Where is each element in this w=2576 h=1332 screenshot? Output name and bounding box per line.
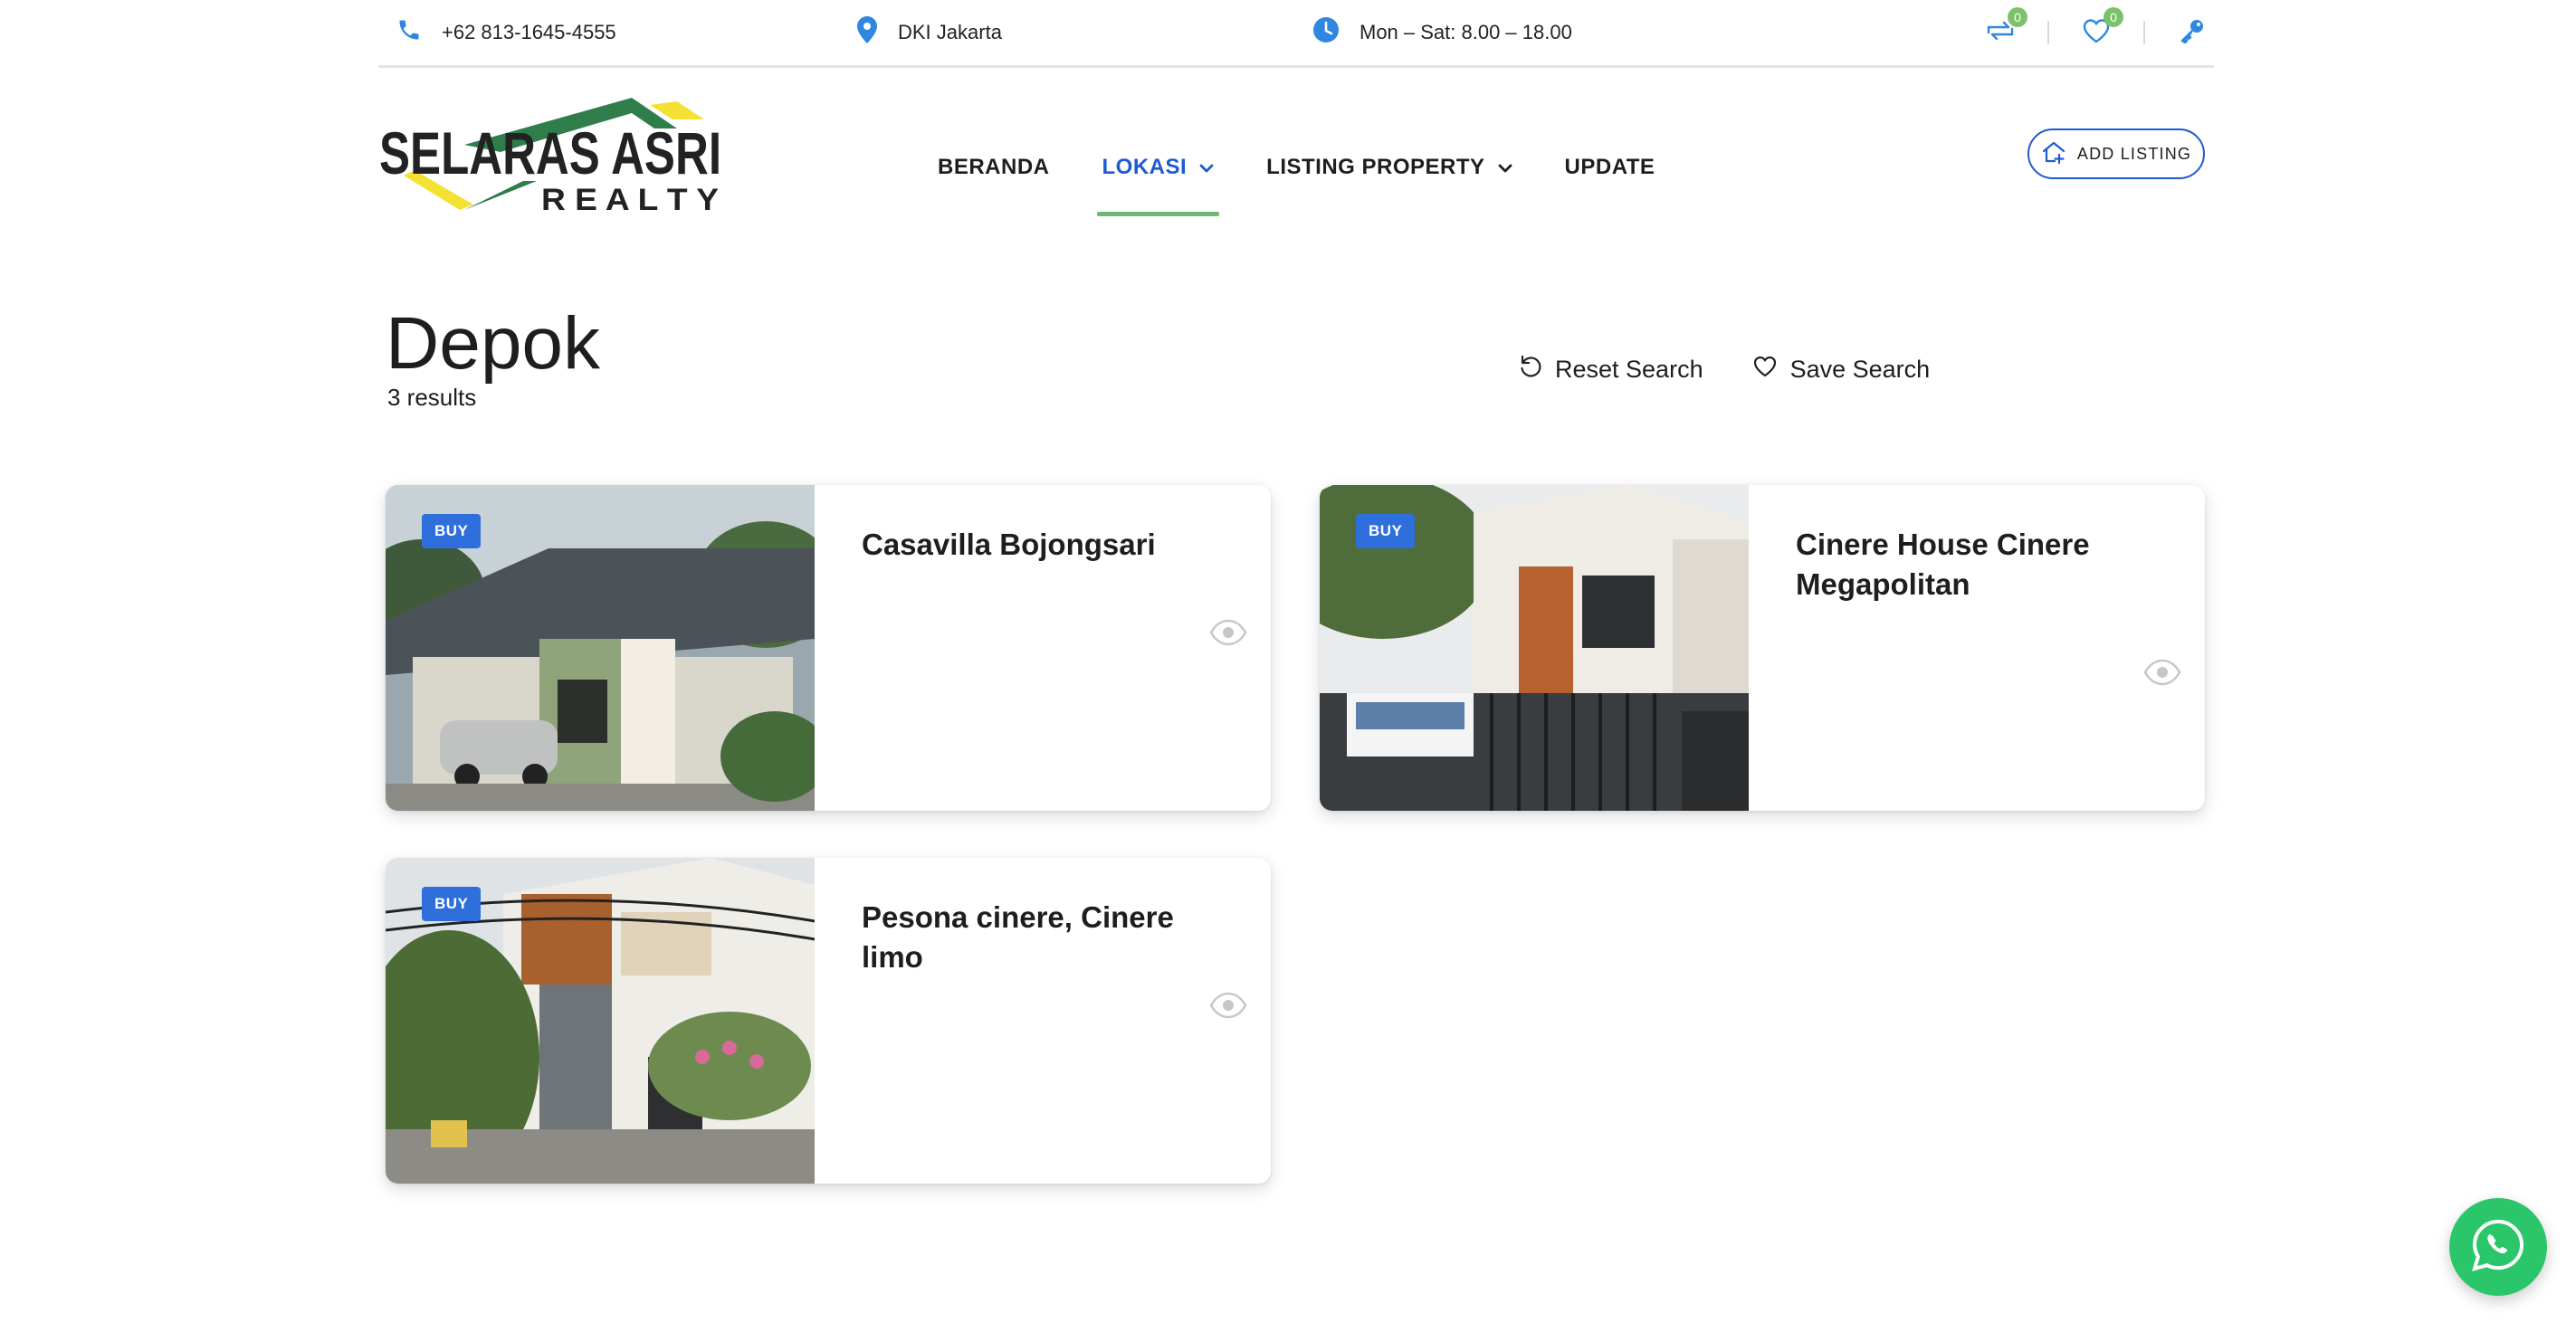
- page-title: Depok: [386, 302, 601, 385]
- favorites-count-badge: 0: [2104, 7, 2123, 27]
- whatsapp-icon: [2469, 1216, 2527, 1279]
- eye-icon[interactable]: [2143, 659, 2181, 686]
- results-count: 3 results: [387, 384, 477, 411]
- nav-item-lokasi[interactable]: LOKASI: [1096, 147, 1220, 216]
- listing-title[interactable]: Cinere House Cinere Megapolitan: [1796, 525, 2176, 604]
- search-tools: Reset Search Save Search: [1519, 351, 1930, 387]
- topbar-actions: 0 0: [1979, 7, 2214, 52]
- reset-icon: [1519, 355, 1542, 385]
- location-info: DKI Jakarta: [856, 16, 1002, 49]
- listing-card[interactable]: BUY Pesona cinere, Cinere limo: [386, 858, 1271, 1184]
- main-navigation: BERANDA LOKASI LISTING PROPERTY UPDATE: [932, 136, 1661, 216]
- logo-text-main: SELARAS ASRI: [379, 119, 721, 186]
- divider: [2143, 21, 2145, 44]
- nav-label: BERANDA: [938, 155, 1050, 179]
- divider: [2047, 21, 2049, 44]
- listing-badge: BUY: [1356, 514, 1416, 548]
- listing-card[interactable]: BUY Casavilla Bojongsari: [386, 485, 1271, 811]
- compare-button[interactable]: 0: [1979, 7, 2027, 52]
- nav-label: LOKASI: [1102, 155, 1188, 179]
- nav-label: UPDATE: [1564, 155, 1655, 179]
- whatsapp-button[interactable]: [2449, 1198, 2547, 1296]
- opening-hours: Mon – Sat: 8.00 – 18.00: [1312, 16, 1572, 49]
- add-home-icon: [2041, 139, 2066, 169]
- chevron-down-icon: [1498, 155, 1512, 180]
- heart-icon: [1752, 355, 1778, 385]
- listing-title[interactable]: Pesona cinere, Cinere limo: [862, 898, 1242, 977]
- clock-icon: [1312, 16, 1340, 49]
- favorites-button[interactable]: 0: [2075, 7, 2123, 52]
- logo-text-sub: R E A L T Y: [541, 183, 719, 214]
- listing-card[interactable]: BUY Cinere House Cinere Megapolitan: [1320, 485, 2205, 811]
- listing-badge: BUY: [422, 514, 482, 548]
- add-listing-label: ADD LISTING: [2076, 144, 2192, 163]
- nav-item-listing-property[interactable]: LISTING PROPERTY: [1261, 147, 1517, 187]
- key-icon: [2180, 18, 2205, 48]
- save-search-button[interactable]: Save Search: [1752, 355, 1931, 385]
- hours-text: Mon – Sat: 8.00 – 18.00: [1360, 21, 1572, 43]
- listing-title[interactable]: Casavilla Bojongsari: [862, 525, 1242, 565]
- phone-number: +62 813-1645-4555: [442, 21, 616, 43]
- compare-count-badge: 0: [2008, 7, 2027, 27]
- nav-item-beranda[interactable]: BERANDA: [932, 147, 1055, 187]
- nav-label: LISTING PROPERTY: [1266, 155, 1485, 179]
- phone-contact[interactable]: +62 813-1645-4555: [396, 16, 616, 49]
- reset-search-label: Reset Search: [1555, 355, 1703, 383]
- eye-icon[interactable]: [1209, 992, 1247, 1019]
- save-search-label: Save Search: [1789, 355, 1931, 383]
- location-text: DKI Jakarta: [898, 21, 1002, 43]
- login-button[interactable]: [2171, 13, 2214, 52]
- add-listing-button[interactable]: ADD LISTING: [2027, 128, 2205, 179]
- top-bar: +62 813-1645-4555 DKI Jakarta Mon – Sat:…: [378, 0, 2214, 68]
- eye-icon[interactable]: [1209, 619, 1247, 646]
- chevron-down-icon: [1199, 155, 1214, 180]
- map-pin-icon: [856, 16, 878, 49]
- nav-item-update[interactable]: UPDATE: [1560, 147, 1661, 187]
- site-logo[interactable]: SELARAS ASRI R E A L T Y: [378, 98, 722, 217]
- phone-icon: [396, 17, 422, 48]
- listing-badge: BUY: [422, 887, 482, 921]
- reset-search-button[interactable]: Reset Search: [1519, 355, 1703, 385]
